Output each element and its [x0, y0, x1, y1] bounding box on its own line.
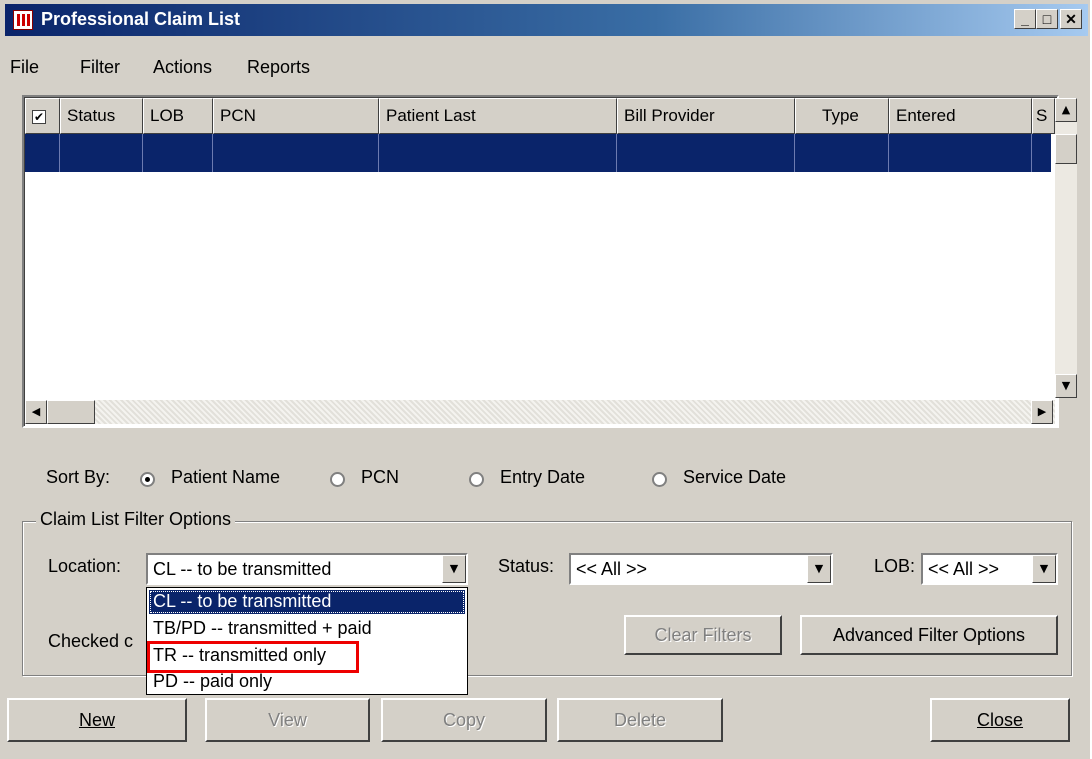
view-button[interactable]: View: [205, 698, 370, 742]
scroll-left-button[interactable]: ◀: [25, 400, 47, 424]
sort-radio-patient-name[interactable]: [140, 472, 155, 487]
maximize-button[interactable]: □: [1036, 9, 1058, 29]
chevron-down-icon: ▼: [449, 562, 459, 575]
sort-option-pcn[interactable]: PCN: [361, 467, 399, 488]
vertical-scrollbar[interactable]: ▲ ▼: [1055, 98, 1077, 398]
arrow-up-icon: ▲: [1061, 103, 1071, 116]
checked-label: Checked c: [48, 631, 134, 651]
table-row[interactable]: [25, 134, 1051, 172]
col-entered[interactable]: Entered: [889, 98, 1032, 134]
lob-select[interactable]: << All >> ▼: [921, 553, 1058, 585]
col-type[interactable]: Type: [795, 98, 889, 134]
menu-file[interactable]: File: [10, 57, 39, 78]
select-all-header[interactable]: ✔: [25, 98, 60, 134]
minimize-icon: _: [1021, 11, 1029, 27]
sort-option-service-date[interactable]: Service Date: [683, 467, 786, 488]
title-bar[interactable]: Professional Claim List _ □ ✕: [5, 4, 1088, 36]
col-pcn[interactable]: PCN: [213, 98, 379, 134]
new-button[interactable]: New: [7, 698, 187, 742]
new-button-label: New: [78, 710, 115, 730]
status-value: << All >>: [576, 559, 648, 579]
sort-radio-pcn[interactable]: [330, 472, 345, 487]
sort-option-entry-date[interactable]: Entry Date: [500, 467, 585, 488]
claim-list-window: Professional Claim List _ □ ✕ File Filte…: [0, 0, 1090, 759]
clear-filters-button[interactable]: Clear Filters: [624, 615, 782, 655]
scroll-up-button[interactable]: ▲: [1055, 98, 1077, 122]
menu-filter[interactable]: Filter: [80, 57, 120, 78]
horizontal-scroll-thumb[interactable]: [47, 400, 95, 424]
select-all-checkbox[interactable]: ✔: [32, 110, 46, 124]
filter-group-title: Claim List Filter Options: [36, 509, 236, 530]
close-icon: ✕: [1065, 11, 1077, 27]
location-value: CL -- to be transmitted: [153, 559, 332, 579]
scroll-right-button[interactable]: ▶: [1031, 400, 1053, 424]
sort-by-label: Sort By:: [46, 467, 111, 487]
status-select[interactable]: << All >> ▼: [569, 553, 833, 585]
highlight-annotation-box: [147, 641, 359, 673]
chevron-down-icon: ▼: [1039, 562, 1049, 575]
arrow-down-icon: ▼: [1061, 379, 1071, 392]
dropdown-option-tbpd[interactable]: TB/PD -- transmitted + paid: [149, 617, 465, 641]
delete-button[interactable]: Delete: [557, 698, 723, 742]
vertical-scroll-thumb[interactable]: [1055, 134, 1077, 164]
status-dropdown-button[interactable]: ▼: [807, 555, 831, 583]
dropdown-option-cl[interactable]: CL -- to be transmitted: [149, 590, 465, 614]
lob-dropdown-button[interactable]: ▼: [1032, 555, 1056, 583]
sort-radio-entry-date[interactable]: [469, 472, 484, 487]
chevron-down-icon: ▼: [814, 562, 824, 575]
lob-value: << All >>: [928, 559, 1000, 579]
col-status[interactable]: Status: [60, 98, 143, 134]
col-lob[interactable]: LOB: [143, 98, 213, 134]
col-patient-last[interactable]: Patient Last: [379, 98, 617, 134]
location-dropdown-button[interactable]: ▼: [442, 555, 466, 583]
location-select[interactable]: CL -- to be transmitted ▼: [146, 553, 468, 585]
arrow-right-icon: ▶: [1037, 405, 1047, 418]
sort-option-patient-name[interactable]: Patient Name: [171, 467, 280, 488]
close-button[interactable]: Close: [930, 698, 1070, 742]
col-s[interactable]: S: [1032, 98, 1055, 134]
col-bill-provider[interactable]: Bill Provider: [617, 98, 795, 134]
copy-button[interactable]: Copy: [381, 698, 547, 742]
close-button-label: Close: [976, 710, 1024, 730]
menu-reports[interactable]: Reports: [247, 57, 310, 78]
minimize-button[interactable]: _: [1014, 9, 1036, 29]
claims-grid[interactable]: ✔ Status LOB PCN Patient Last Bill Provi…: [22, 95, 1077, 428]
sort-radio-service-date[interactable]: [652, 472, 667, 487]
maximize-icon: □: [1042, 11, 1052, 27]
arrow-left-icon: ◀: [31, 405, 41, 418]
dropdown-option-pd[interactable]: PD -- paid only: [149, 670, 465, 694]
menu-actions[interactable]: Actions: [153, 57, 212, 78]
location-label: Location:: [48, 556, 122, 576]
status-label: Status:: [498, 556, 555, 576]
app-icon: [13, 10, 33, 30]
window-title: Professional Claim List: [41, 9, 241, 29]
lob-label: LOB:: [874, 556, 916, 576]
advanced-filter-options-button[interactable]: Advanced Filter Options: [800, 615, 1058, 655]
horizontal-scrollbar[interactable]: ◀ ▶: [25, 400, 1055, 424]
scroll-down-button[interactable]: ▼: [1055, 374, 1077, 398]
close-window-button[interactable]: ✕: [1060, 9, 1082, 29]
